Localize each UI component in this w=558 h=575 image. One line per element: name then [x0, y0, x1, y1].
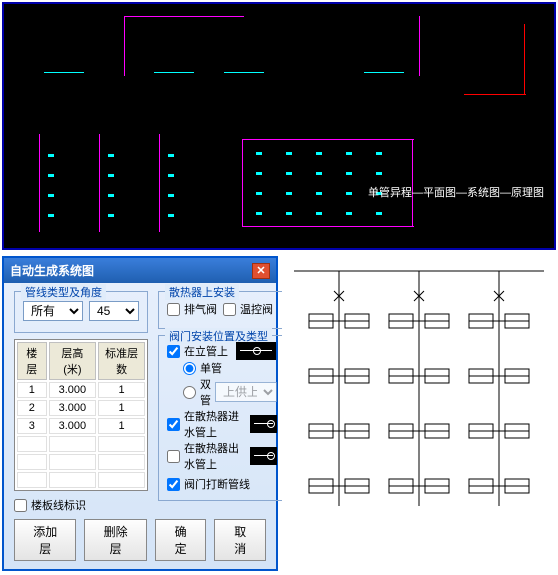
- cad-node: [48, 194, 54, 197]
- cad-node: [168, 154, 174, 157]
- table-row[interactable]: [17, 454, 145, 470]
- cad-node: [168, 174, 174, 177]
- cad-line: [159, 134, 160, 232]
- cad-node: [376, 212, 382, 215]
- cad-node: [286, 172, 292, 175]
- floor-marker-checkbox[interactable]: 楼板线标识: [14, 497, 148, 513]
- cad-node: [108, 194, 114, 197]
- cad-node: [286, 152, 292, 155]
- table-row[interactable]: [17, 472, 145, 488]
- cad-line: [224, 72, 264, 73]
- cad-node: [316, 172, 322, 175]
- cad-node: [316, 152, 322, 155]
- break-riser-checkbox[interactable]: 阀门打断管线: [167, 476, 277, 492]
- cad-node: [316, 212, 322, 215]
- single-pipe-radio[interactable]: 单管: [183, 360, 277, 376]
- on-outlet-checkbox[interactable]: 在散热器出水管上: [167, 440, 277, 472]
- dialog-title: 自动生成系统图: [10, 262, 94, 279]
- cad-node: [168, 194, 174, 197]
- cad-node: [376, 152, 382, 155]
- supply-return-select: 上供上回: [215, 382, 277, 402]
- cad-node: [286, 192, 292, 195]
- double-pipe-radio[interactable]: 双管 上供上回: [183, 376, 277, 408]
- cad-node: [346, 152, 352, 155]
- col-height: 层高(米): [49, 342, 97, 380]
- cad-node: [316, 192, 322, 195]
- floor-marker-input[interactable]: [14, 499, 27, 512]
- table-row[interactable]: 13.0001: [17, 382, 145, 398]
- vent-valve-checkbox[interactable]: 排气阀: [167, 301, 217, 317]
- floor-table[interactable]: 楼层 层高(米) 标准层数 13.0001 23.0001 33.0001: [14, 339, 148, 491]
- system-diagram-dialog: 自动生成系统图 ✕ 管线类型及角度 所有 45: [2, 256, 278, 571]
- table-row[interactable]: [17, 436, 145, 452]
- cad-line: [44, 72, 84, 73]
- valve-preview-icon: [236, 342, 276, 360]
- table-row[interactable]: 23.0001: [17, 400, 145, 416]
- pipe-type-group: 管线类型及角度 所有 45: [14, 291, 148, 333]
- cad-line: [242, 139, 243, 227]
- cad-node: [376, 172, 382, 175]
- cad-node: [48, 214, 54, 217]
- cad-line: [124, 16, 244, 17]
- valve-preview-icon: [250, 447, 277, 465]
- cad-node: [286, 212, 292, 215]
- cad-node: [346, 212, 352, 215]
- cad-annotation: 单管异程—平面图—系统图—原理图: [368, 184, 544, 200]
- group-legend: 散热器上安装: [165, 284, 239, 300]
- cad-line: [99, 134, 100, 232]
- cad-node: [108, 154, 114, 157]
- ok-button[interactable]: 确定: [155, 519, 207, 561]
- cad-node: [346, 172, 352, 175]
- cad-node: [168, 214, 174, 217]
- cad-line: [39, 134, 40, 232]
- thermo-valve-checkbox[interactable]: 温控阀: [223, 301, 273, 317]
- on-riser-checkbox[interactable]: 在立管上: [167, 342, 277, 360]
- cad-viewport[interactable]: 单管异程—平面图—系统图—原理图: [2, 2, 556, 250]
- radiator-install-group: 散热器上安装 排气阀 温控阀: [158, 291, 286, 329]
- cad-node: [256, 212, 262, 215]
- add-floor-button[interactable]: 添加层: [14, 519, 76, 561]
- cad-node: [256, 172, 262, 175]
- cad-node: [48, 174, 54, 177]
- close-icon: ✕: [256, 264, 265, 277]
- cad-line: [364, 72, 404, 73]
- group-legend: 管线类型及角度: [21, 284, 106, 300]
- delete-floor-button[interactable]: 删除层: [84, 519, 146, 561]
- cad-node: [48, 154, 54, 157]
- dialog-titlebar[interactable]: 自动生成系统图 ✕: [4, 258, 276, 283]
- cancel-button[interactable]: 取消: [214, 519, 266, 561]
- cad-line: [242, 226, 414, 227]
- cad-line: [464, 94, 526, 95]
- system-schematic: [282, 256, 556, 571]
- pipe-type-select[interactable]: 所有: [23, 301, 83, 321]
- cad-node: [346, 192, 352, 195]
- cad-line: [524, 24, 525, 94]
- cad-line: [124, 16, 125, 76]
- table-row[interactable]: 33.0001: [17, 418, 145, 434]
- close-button[interactable]: ✕: [252, 263, 270, 279]
- cad-line: [242, 139, 414, 140]
- cad-node: [108, 214, 114, 217]
- col-floor: 楼层: [17, 342, 47, 380]
- angle-select[interactable]: 45: [89, 301, 139, 321]
- cad-line: [419, 16, 420, 76]
- cad-line: [412, 139, 413, 227]
- on-inlet-checkbox[interactable]: 在散热器进水管上: [167, 408, 277, 440]
- valve-preview-icon: [250, 415, 277, 433]
- cad-node: [256, 192, 262, 195]
- col-std: 标准层数: [98, 342, 145, 380]
- cad-line: [154, 72, 194, 73]
- cad-node: [108, 174, 114, 177]
- cad-node: [256, 152, 262, 155]
- valve-position-group: 阀门安装位置及类型 在立管上 单管 双管 上供上回 在散热器进水管上 在散热器出…: [158, 335, 286, 501]
